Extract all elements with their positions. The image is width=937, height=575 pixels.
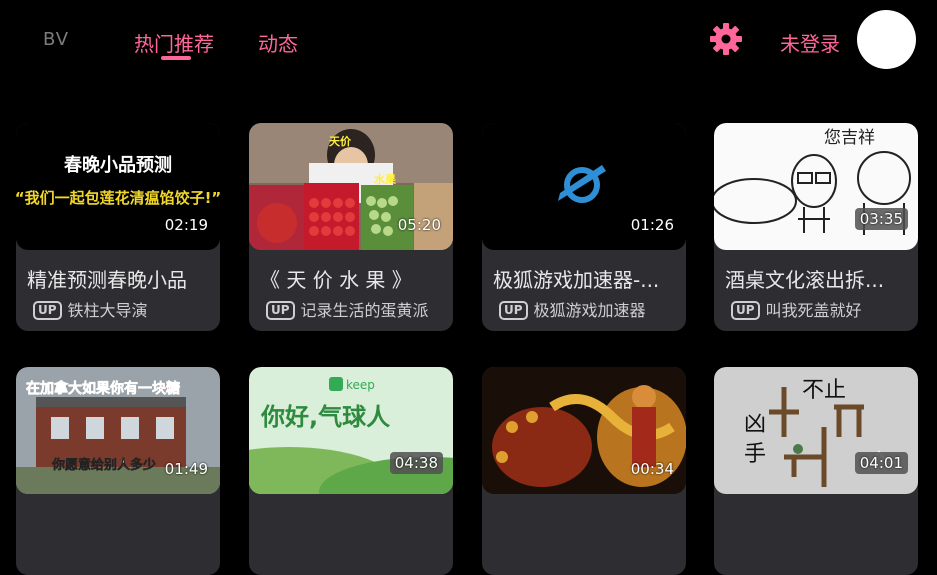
thumb-text-line2: 凶 [744,412,766,437]
tab-hot-recommend[interactable]: 热门推荐 [134,28,214,57]
video-title[interactable]: 精准预测春晚小品 [27,264,213,293]
duration-label: 02:19 [164,216,208,234]
video-card[interactable]: 不止 凶 手 04:01 [714,367,918,575]
duration-label: 04:38 [389,452,443,474]
thumb-text-line3: 手 [744,442,766,467]
video-thumbnail[interactable]: 01:26 [482,123,686,250]
video-card[interactable]: keep 你好,气球人 04:38 [249,367,453,575]
duration-label: 00:34 [630,460,674,478]
video-card[interactable]: 01:26 极狐游戏加速器-... UP 极狐游戏加速器 [482,123,686,331]
tab-dynamic[interactable]: 动态 [258,28,298,57]
video-thumbnail[interactable]: 天价 水果 05:20 [249,123,453,250]
avatar[interactable] [857,10,916,69]
top-bar: BV 热门推荐 动态 未登录 [0,0,937,80]
video-thumbnail[interactable]: 在加拿大如果你有一块糖 你愿意给别人多少 01:49 [16,367,220,494]
video-card[interactable]: 您吉祥 03:35 酒桌文化滚出拆... UP 叫我死盖就好 [714,123,918,331]
video-thumbnail[interactable]: keep 你好,气球人 04:38 [249,367,453,494]
up-badge-icon: UP [33,301,62,320]
video-thumbnail[interactable]: 不止 凶 手 04:01 [714,367,918,494]
video-thumbnail[interactable]: 您吉祥 03:35 [714,123,918,250]
video-thumbnail[interactable]: 00:34 [482,367,686,494]
up-badge-icon: UP [731,301,760,320]
uploader-row[interactable]: UP 铁柱大导演 [33,297,148,321]
thumb-text-line2: 你好,气球人 [260,403,390,431]
uploader-name: 记录生活的蛋黄派 [300,301,429,320]
thumb-text-line2: 你愿意给别人多少 [51,457,156,473]
thumb-text-line2: 水果 [374,172,396,186]
video-card[interactable]: 天价 水果 05:20 《 天 价 水 果 》 UP 记录生活的蛋黄派 [249,123,453,331]
duration-label: 01:49 [164,460,208,478]
thumb-text-line1: 在加拿大如果你有一块糖 [26,380,180,397]
video-card[interactable]: 春晚小品预测 “我们一起包莲花清瘟馅饺子!” 02:19 精准预测春晚小品 UP… [16,123,220,331]
video-title[interactable]: 极狐游戏加速器-... [493,264,679,293]
video-card[interactable]: 在加拿大如果你有一块糖 你愿意给别人多少 01:49 [16,367,220,575]
uploader-name: 叫我死盖就好 [765,301,862,320]
thumb-text-line1: keep [346,378,375,392]
uploader-name: 极狐游戏加速器 [533,301,646,320]
duration-label: 05:20 [397,216,441,234]
thumb-text-line1: 天价 [329,135,352,148]
uploader-row[interactable]: UP 叫我死盖就好 [731,297,862,321]
duration-label: 03:35 [854,208,908,230]
video-title[interactable]: 酒桌文化滚出拆... [725,264,911,293]
thumb-text-line1: 不止 [802,378,846,403]
login-status-button[interactable]: 未登录 [780,28,840,57]
uploader-row[interactable]: UP 极狐游戏加速器 [499,297,646,321]
active-tab-indicator [161,56,191,60]
video-card[interactable]: 00:34 [482,367,686,575]
thumb-text-line1: 春晚小品预测 [64,154,172,176]
video-title[interactable]: 《 天 价 水 果 》 [260,264,446,293]
up-badge-icon: UP [266,301,295,320]
up-badge-icon: UP [499,301,528,320]
duration-label: 01:26 [630,216,674,234]
video-thumbnail[interactable]: 春晚小品预测 “我们一起包莲花清瘟馅饺子!” 02:19 [16,123,220,250]
uploader-name: 铁柱大导演 [67,301,148,320]
gear-icon[interactable] [709,22,743,56]
app-logo: BV [43,29,70,50]
thumb-text-line2: “我们一起包莲花清瘟馅饺子!” [16,189,220,207]
uploader-row[interactable]: UP 记录生活的蛋黄派 [266,297,429,321]
thumb-text-line1: 您吉祥 [824,128,875,148]
duration-label: 04:01 [854,452,908,474]
